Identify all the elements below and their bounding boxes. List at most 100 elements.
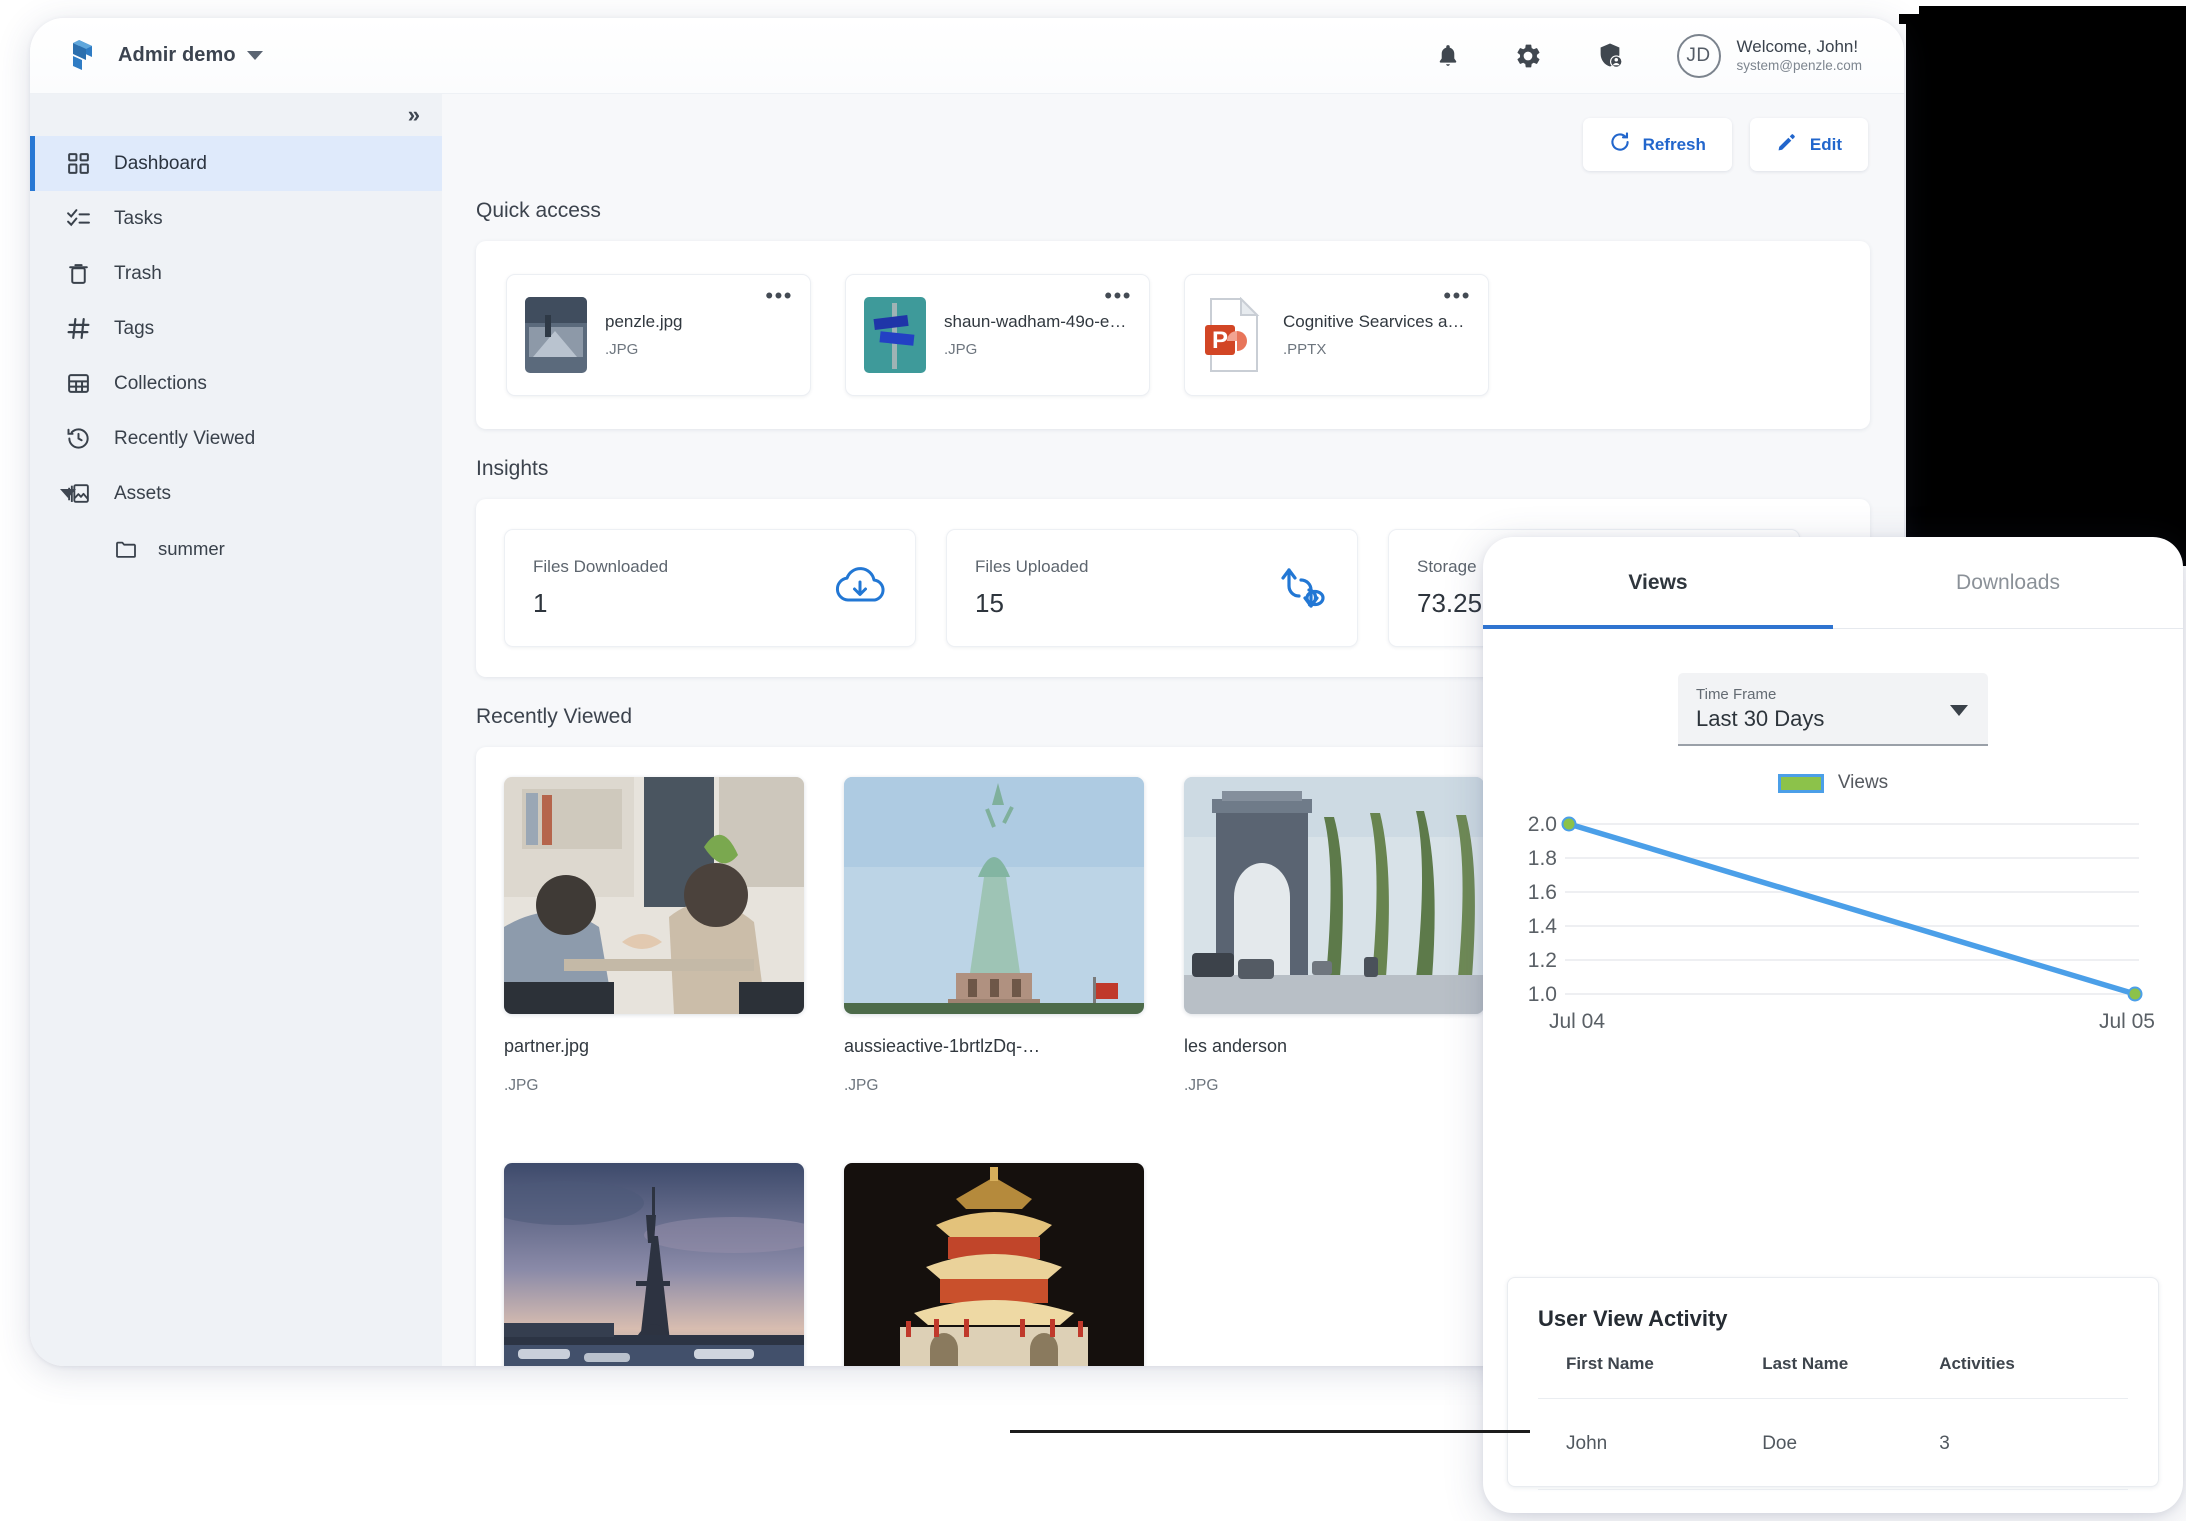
pencil-edit-icon	[1776, 131, 1798, 158]
asset-thumbnail	[504, 777, 804, 1014]
sidebar-item-label: summer	[158, 537, 225, 559]
sidebar-item-label: Assets	[114, 482, 172, 504]
kebab-menu-icon[interactable]: •••	[1443, 284, 1471, 306]
chart-point	[1561, 816, 1577, 832]
file-thumbnail	[864, 297, 926, 373]
edit-button[interactable]: Edit	[1749, 118, 1868, 171]
svg-text:Jul 05: Jul 05	[2099, 1010, 2155, 1033]
collections-table-icon	[64, 370, 92, 398]
svg-text:1.2: 1.2	[1528, 949, 1557, 972]
insight-label: Files Downloaded	[533, 557, 669, 576]
svg-text:P: P	[1212, 327, 1228, 354]
sidebar-item-recently-viewed[interactable]: Recently Viewed	[30, 411, 442, 466]
folder-icon	[112, 535, 140, 563]
kebab-menu-icon[interactable]: •••	[765, 284, 793, 306]
insight-label: Files Uploaded	[975, 557, 1089, 576]
asset-card[interactable]: partner.jpg .JPG	[504, 777, 804, 1095]
sidebar-item-assets[interactable]: Assets	[30, 466, 442, 521]
time-frame-value: Last 30 Days	[1696, 706, 1825, 731]
refresh-button[interactable]: Refresh	[1582, 118, 1732, 171]
tags-hash-icon	[64, 315, 92, 343]
settings-gear-icon[interactable]	[1513, 41, 1543, 71]
views-chart: Views 2.0 1.8 1.6 1.4 1.2 1.0 Jul 04 Jul…	[1483, 746, 2183, 1041]
user-view-activity-card: User View Activity First Name Last Name …	[1507, 1277, 2159, 1490]
sidebar: » Dashboard Tasks Trash Tags Collections…	[30, 94, 442, 1366]
tab-label: Downloads	[1956, 570, 2060, 594]
quick-access-list: ••• penzle.jpg .JPG ••• shaun-wadham-49o…	[476, 241, 1870, 429]
file-meta: penzle.jpg .JPG	[605, 312, 683, 358]
column-header-last-name: Last Name	[1762, 1354, 1849, 1373]
svg-text:1.8: 1.8	[1528, 847, 1557, 870]
file-ext: .JPG	[944, 341, 978, 358]
cloud-upload-sync-icon	[1275, 562, 1329, 615]
tab-label: Views	[1628, 570, 1688, 594]
sidebar-item-label: Recently Viewed	[114, 427, 256, 449]
asset-card[interactable]: aussieactive-1brtlzDq-… .JPG	[844, 777, 1144, 1095]
tab-downloads[interactable]: Downloads	[1833, 537, 2183, 628]
table-header-row: First Name Last Name Activities	[1538, 1354, 2128, 1399]
sidebar-item-summer[interactable]: summer	[30, 521, 442, 576]
user-view-activity-title: User View Activity	[1538, 1306, 1728, 1331]
quick-access-panel: ••• penzle.jpg .JPG ••• shaun-wadham-49o…	[476, 241, 1870, 429]
sidebar-item-dashboard[interactable]: Dashboard	[30, 136, 442, 191]
tab-views[interactable]: Views	[1483, 537, 1833, 629]
quick-access-card[interactable]: ••• shaun-wadham-49o-egEl… .JPG	[845, 274, 1150, 396]
kebab-menu-icon[interactable]: •••	[1104, 284, 1132, 306]
svg-text:1.4: 1.4	[1528, 915, 1558, 938]
file-name: penzle.jpg	[605, 312, 683, 331]
asset-name: partner.jpg	[504, 1036, 590, 1056]
insight-value: 15	[975, 588, 1004, 618]
insight-card-files-uploaded: Files Uploaded 15	[946, 529, 1358, 647]
svg-text:1.0: 1.0	[1528, 983, 1557, 1006]
asset-thumbnail	[844, 777, 1144, 1014]
user-view-activity-table: First Name Last Name Activities John Doe…	[1538, 1354, 2128, 1490]
trash-bin-icon	[64, 260, 92, 288]
sidebar-item-label: Collections	[114, 372, 207, 394]
brand-name-wrap: Admir demo	[118, 44, 263, 67]
insight-card-files-downloaded: Files Downloaded 1	[504, 529, 916, 647]
asset-ext: .JPG	[844, 1077, 879, 1094]
quick-access-card[interactable]: ••• P Cognitive Searvices and … .PPTX	[1184, 274, 1489, 396]
chart-point	[2127, 986, 2143, 1002]
asset-card[interactable]	[504, 1163, 804, 1366]
brand[interactable]: Admir demo	[30, 38, 263, 74]
edit-label: Edit	[1809, 134, 1842, 154]
admin-shield-user-icon[interactable]	[1595, 41, 1625, 71]
asset-name: les anderson	[1184, 1036, 1288, 1056]
chart-series-line	[1566, 821, 2138, 997]
asset-name: aussieactive-1brtlzDq-…	[844, 1036, 1041, 1056]
cell-first-name: John	[1538, 1398, 1763, 1490]
user-profile[interactable]: JD Welcome, John! system@penzle.com	[1676, 33, 1862, 78]
dropdown-caret-icon[interactable]	[1950, 704, 1968, 716]
insights-title: Insights	[476, 457, 549, 480]
file-thumbnail	[525, 297, 587, 373]
clipped-region	[1919, 6, 2186, 14]
chevron-down-icon[interactable]	[246, 51, 263, 60]
asset-thumbnail	[844, 1163, 1144, 1366]
content-toolbar: Refresh Edit	[442, 94, 1904, 171]
asset-card[interactable]: les anderson .JPG	[1184, 777, 1484, 1095]
chart-canvas: 2.0 1.8 1.6 1.4 1.2 1.0 Jul 04 Jul 05	[1528, 813, 2155, 1033]
collapse-sidebar-icon[interactable]: »	[408, 104, 420, 126]
sidebar-item-label: Tasks	[114, 207, 163, 229]
chart-legend: Views	[1507, 772, 2159, 794]
svg-text:2.0: 2.0	[1528, 813, 1557, 836]
sidebar-item-label: Trash	[114, 262, 162, 284]
insight-value: 1	[533, 588, 548, 618]
svg-text:1.6: 1.6	[1528, 881, 1557, 904]
y-axis-ticks: 2.0 1.8 1.6 1.4 1.2 1.0	[1528, 813, 1558, 1006]
asset-thumbnail	[504, 1163, 804, 1366]
time-frame-select[interactable]: Time Frame Last 30 Days	[1678, 673, 1988, 746]
notifications-bell-icon[interactable]	[1435, 42, 1461, 70]
sidebar-item-tasks[interactable]: Tasks	[30, 191, 442, 246]
sidebar-item-trash[interactable]: Trash	[30, 246, 442, 301]
x-axis-ticks: Jul 04 Jul 05	[1549, 1010, 2155, 1033]
sidebar-item-tags[interactable]: Tags	[30, 301, 442, 356]
time-frame-wrap: Time Frame Last 30 Days	[1483, 629, 2183, 746]
quick-access-card[interactable]: ••• penzle.jpg .JPG	[506, 274, 811, 396]
asset-card[interactable]	[844, 1163, 1144, 1366]
refresh-icon	[1609, 131, 1631, 158]
sidebar-item-collections[interactable]: Collections	[30, 356, 442, 411]
tree-expand-caret-icon[interactable]	[60, 489, 76, 498]
dashboard-grid-icon	[64, 150, 92, 178]
